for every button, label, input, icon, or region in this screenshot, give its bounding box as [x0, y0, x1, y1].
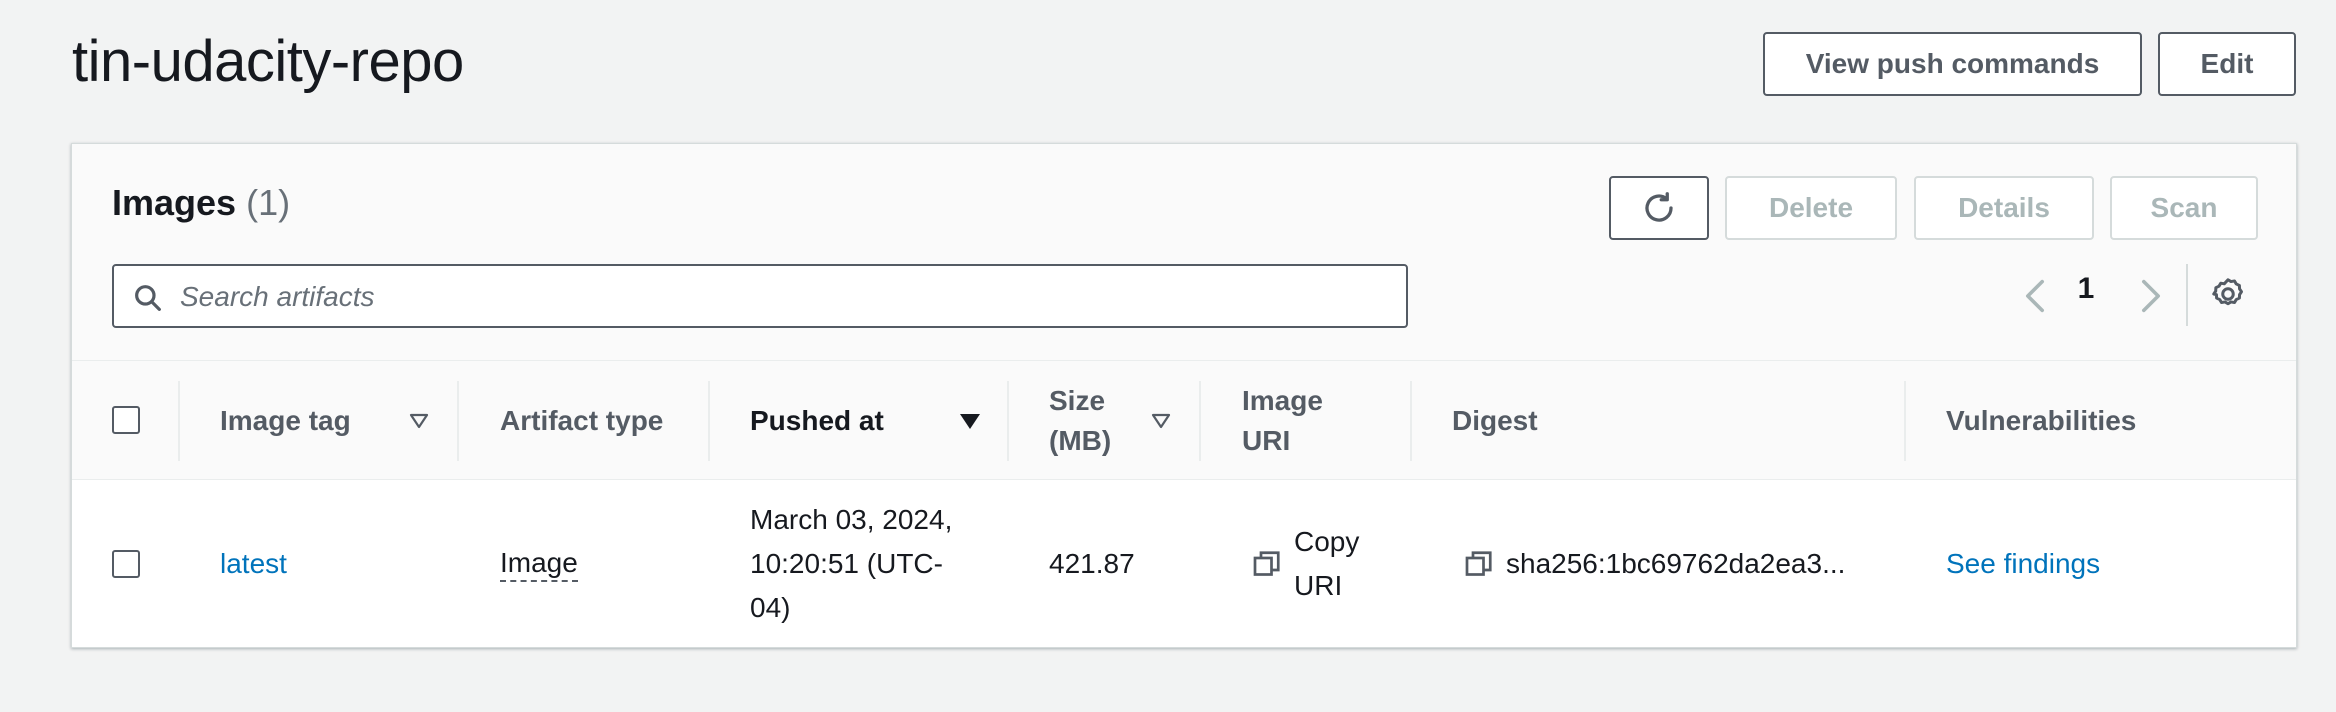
column-divider [708, 381, 710, 461]
image-tag-link[interactable]: latest [220, 542, 287, 586]
copy-uri-button[interactable]: Copy URI [1252, 480, 1392, 647]
column-header-artifact-type: Artifact type [500, 405, 664, 436]
search-icon [135, 285, 161, 311]
gear-icon[interactable] [2210, 276, 2246, 312]
pager-separator [2186, 264, 2188, 326]
table-row: latest Image March 03, 2024, 10:20:51 (U… [72, 480, 2296, 647]
column-divider [178, 381, 180, 461]
sort-icon[interactable] [1150, 411, 1172, 431]
refresh-icon [1645, 192, 1673, 222]
next-page-icon[interactable] [2138, 278, 2164, 314]
artifact-type-value[interactable]: Image [500, 546, 578, 582]
pushed-at-value: March 03, 2024, 10:20:51 (UTC-04) [750, 504, 953, 623]
column-divider [457, 381, 459, 461]
column-header-image-uri: Image URI [1242, 385, 1323, 456]
copy-icon [1253, 551, 1280, 576]
scan-button[interactable]: Scan [2110, 176, 2258, 240]
copy-icon [1465, 551, 1492, 576]
copy-uri-label: Copy URI [1294, 526, 1360, 601]
see-findings-link[interactable]: See findings [1946, 542, 2100, 586]
edit-button[interactable]: Edit [2158, 32, 2296, 96]
sort-descending-icon[interactable] [958, 411, 982, 431]
search-input[interactable] [178, 274, 1382, 320]
images-heading: Images (1) [112, 182, 290, 224]
page-title: tin-udacity-repo [72, 29, 464, 94]
images-heading-label: Images [112, 182, 237, 223]
column-header-vulnerabilities: Vulnerabilities [1946, 405, 2137, 436]
delete-button[interactable]: Delete [1725, 176, 1897, 240]
images-panel: Images (1) Delete Details Scan 1 Image t… [71, 143, 2297, 648]
column-divider [1007, 381, 1009, 461]
view-push-commands-button[interactable]: View push commands [1763, 32, 2142, 96]
column-header-image-tag[interactable]: Image tag [220, 361, 351, 481]
digest-value: sha256:1bc69762da2ea3... [1506, 548, 1846, 579]
column-header-digest: Digest [1452, 405, 1538, 436]
details-button[interactable]: Details [1914, 176, 2094, 240]
column-header-size[interactable]: Size (MB) [1049, 361, 1119, 481]
select-all-checkbox[interactable] [112, 406, 140, 434]
column-divider [1904, 381, 1906, 461]
images-count: (1) [246, 182, 291, 223]
row-checkbox[interactable] [112, 550, 140, 578]
column-divider [1199, 381, 1201, 461]
previous-page-icon[interactable] [2022, 278, 2048, 314]
current-page-number[interactable]: 1 [2070, 272, 2102, 306]
search-field[interactable] [112, 264, 1408, 328]
table-header: Image tag Artifact type Pushed at Size (… [72, 360, 2296, 480]
copy-digest-button[interactable]: sha256:1bc69762da2ea3... [1464, 480, 1846, 647]
refresh-button[interactable] [1609, 176, 1709, 240]
sort-icon[interactable] [408, 411, 430, 431]
size-value: 421.87 [1049, 548, 1135, 579]
column-divider [1410, 381, 1412, 461]
column-header-pushed-at[interactable]: Pushed at [750, 361, 884, 481]
